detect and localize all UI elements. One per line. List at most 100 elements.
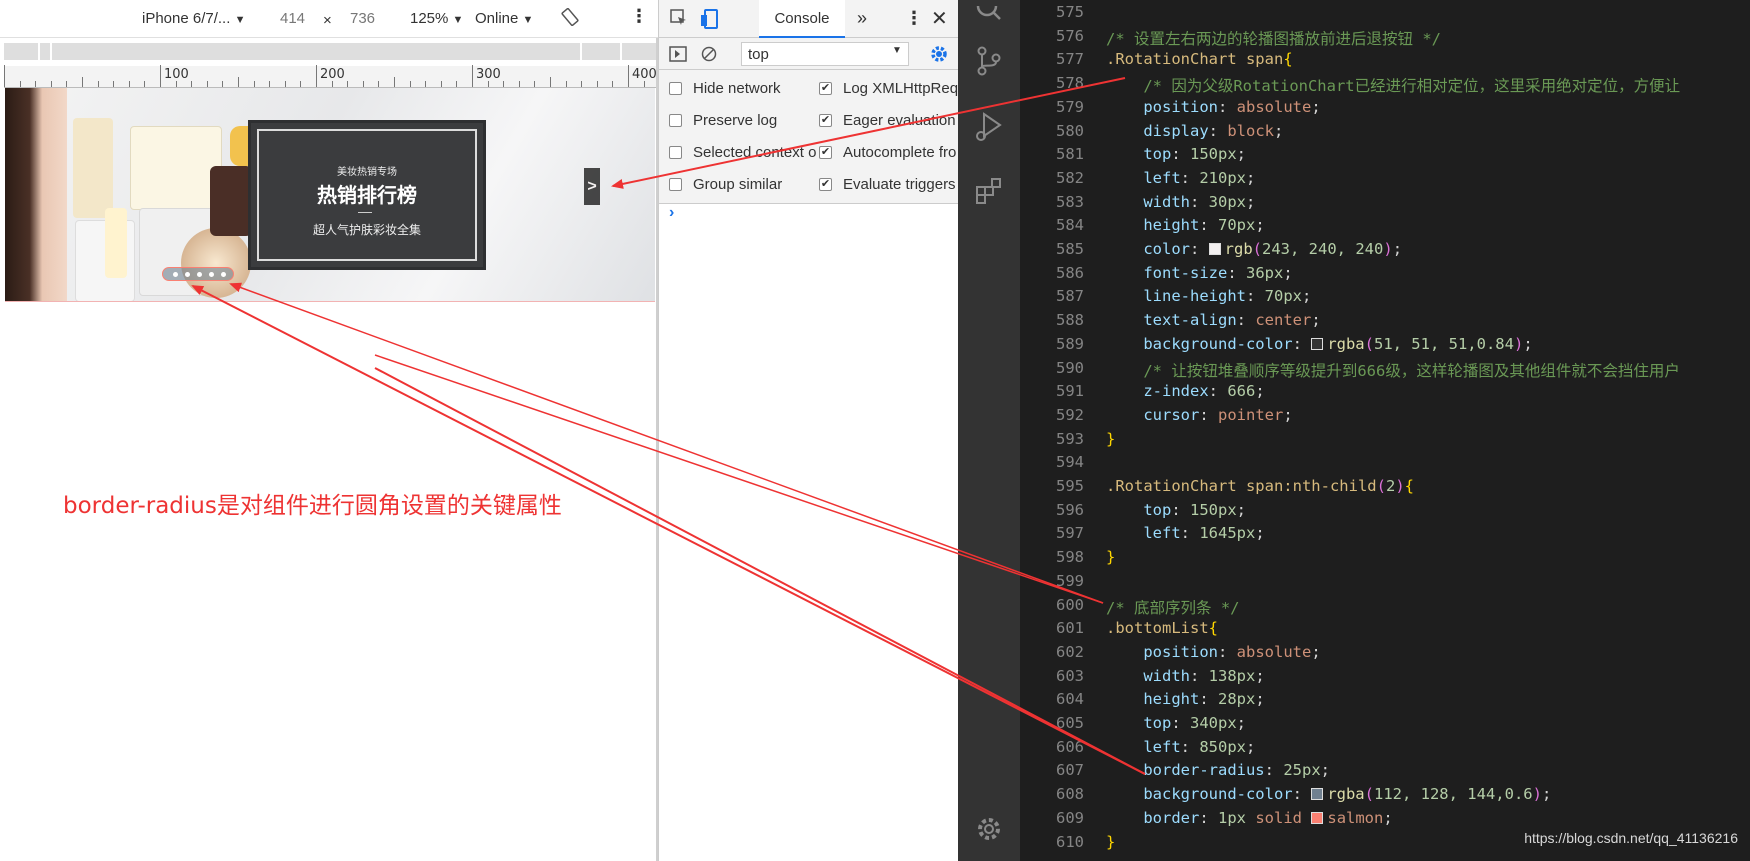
code-line[interactable]: color: rgb(243, 240, 240); bbox=[1106, 240, 1402, 258]
more-tabs-icon[interactable]: » bbox=[857, 8, 867, 29]
close-icon[interactable]: ✕ bbox=[931, 6, 948, 31]
code-line[interactable]: top: 340px; bbox=[1106, 714, 1246, 732]
code-token: left bbox=[1143, 737, 1181, 756]
media-query-bar[interactable] bbox=[4, 43, 656, 60]
code-token: left bbox=[1143, 168, 1181, 187]
code-line[interactable]: position: absolute; bbox=[1106, 98, 1320, 116]
color-swatch[interactable] bbox=[1311, 811, 1324, 824]
ruler-tick bbox=[35, 81, 37, 87]
code-token: ; bbox=[1311, 642, 1321, 661]
code-line[interactable]: border: 1px solid salmon; bbox=[1106, 808, 1393, 827]
code-line[interactable]: border-radius: 25px; bbox=[1106, 761, 1330, 779]
code-line[interactable]: display: block; bbox=[1106, 122, 1283, 140]
carousel-dot[interactable] bbox=[221, 272, 226, 277]
carousel-dot[interactable] bbox=[173, 272, 178, 277]
code-line[interactable]: .bottomList{ bbox=[1106, 619, 1218, 637]
carousel-dot[interactable] bbox=[185, 272, 190, 277]
code-line[interactable]: font-size: 36px; bbox=[1106, 263, 1292, 282]
code-token: ; bbox=[1274, 121, 1284, 140]
checkbox[interactable] bbox=[669, 82, 682, 95]
checkbox[interactable] bbox=[669, 146, 682, 159]
ruler-tick bbox=[550, 77, 551, 87]
console-option-label: Evaluate triggers u bbox=[843, 176, 959, 193]
code-line[interactable]: height: 70px; bbox=[1106, 216, 1264, 234]
checkbox[interactable] bbox=[669, 178, 682, 191]
code-line[interactable]: .RotationChart span{ bbox=[1106, 50, 1293, 68]
width-input[interactable]: 414 bbox=[280, 10, 305, 27]
console-prompt[interactable]: › bbox=[669, 204, 674, 222]
run-debug-icon[interactable] bbox=[974, 110, 1004, 150]
model-image bbox=[5, 88, 67, 301]
network-select[interactable]: Online ▼ bbox=[475, 10, 533, 27]
checkbox[interactable]: ✔ bbox=[819, 82, 832, 95]
promo-box: 美妆热销专场 热销排行榜 超人气护肤彩妆全集 bbox=[248, 120, 486, 270]
code-line[interactable]: /* 因为父级RotationChart已经进行相对定位，这里采用绝对定位，方便… bbox=[1106, 74, 1680, 96]
code-line[interactable]: .RotationChart span:nth-child(2){ bbox=[1106, 477, 1414, 495]
code-token: 36px bbox=[1246, 263, 1284, 282]
code-line[interactable]: left: 210px; bbox=[1106, 169, 1255, 187]
carousel-dot[interactable] bbox=[209, 272, 214, 277]
code-line[interactable]: width: 30px; bbox=[1106, 193, 1255, 211]
code-line[interactable]: background-color: rgba(51, 51, 51,0.84); bbox=[1106, 335, 1532, 353]
checkbox[interactable] bbox=[669, 114, 682, 127]
rotate-icon[interactable] bbox=[561, 7, 579, 30]
code-token: { bbox=[1283, 50, 1293, 69]
line-number: 584 bbox=[1056, 216, 1084, 235]
code-line[interactable]: } bbox=[1106, 430, 1115, 448]
checkbox[interactable]: ✔ bbox=[819, 114, 832, 127]
color-swatch[interactable] bbox=[1208, 243, 1221, 255]
code-line[interactable]: left: 850px; bbox=[1106, 738, 1255, 756]
carousel-next-button[interactable]: > bbox=[584, 168, 600, 205]
carousel-dot[interactable] bbox=[197, 272, 202, 277]
code-line[interactable]: /* 让按钮堆叠顺序等级提升到666级，这样轮播图及其他组件就不会挡住用户 bbox=[1106, 359, 1680, 381]
color-swatch[interactable] bbox=[1311, 337, 1324, 350]
search-icon[interactable] bbox=[974, 0, 1004, 30]
line-number: 605 bbox=[1056, 714, 1084, 732]
more-options-icon[interactable]: ⋮ bbox=[630, 6, 648, 27]
code-token: rgb bbox=[1224, 240, 1253, 258]
context-select[interactable]: top ▼ bbox=[741, 42, 909, 66]
code-line[interactable]: position: absolute; bbox=[1106, 642, 1321, 661]
clear-console-icon[interactable] bbox=[701, 46, 717, 66]
zoom-select[interactable]: 125% ▼ bbox=[410, 10, 463, 27]
gear-icon[interactable] bbox=[929, 44, 949, 68]
tab-console[interactable]: Console bbox=[759, 0, 845, 38]
ruler-tick bbox=[378, 81, 380, 87]
code-line[interactable]: /* 底部序列条 */ bbox=[1106, 596, 1240, 618]
height-input[interactable]: 736 bbox=[350, 10, 375, 27]
line-number: 579 bbox=[1056, 97, 1084, 116]
code-line[interactable]: /* 设置左右两边的轮播图播放前进后退按钮 */ bbox=[1106, 27, 1441, 49]
code-line[interactable]: } bbox=[1106, 833, 1115, 851]
code-token: ; bbox=[1383, 808, 1393, 827]
code-line[interactable]: width: 138px; bbox=[1106, 667, 1264, 685]
color-swatch[interactable] bbox=[1311, 788, 1324, 801]
checkbox[interactable]: ✔ bbox=[819, 146, 832, 159]
device-toolbar-icon[interactable] bbox=[699, 8, 721, 34]
checkbox[interactable]: ✔ bbox=[819, 178, 832, 191]
ruler-tick bbox=[316, 65, 317, 87]
code-token: : bbox=[1180, 737, 1200, 756]
code-line[interactable]: } bbox=[1106, 548, 1115, 566]
code-line[interactable]: left: 1645px; bbox=[1106, 524, 1264, 542]
ruler-tick bbox=[425, 81, 427, 87]
line-number: 578 bbox=[1056, 74, 1084, 93]
code-line[interactable]: line-height: 70px; bbox=[1106, 287, 1311, 305]
promo-divider bbox=[358, 212, 372, 213]
code-editor[interactable]: 575 576 /* 设置左右两边的轮播图播放前进后退按钮 */ 577 .Rotati… bbox=[1020, 0, 1750, 861]
manage-gear-icon[interactable] bbox=[974, 814, 1004, 850]
device-select[interactable]: iPhone 6/7/... ▼ bbox=[142, 10, 245, 27]
code-line[interactable]: top: 150px; bbox=[1106, 501, 1246, 519]
code-line[interactable]: text-align: center; bbox=[1106, 311, 1320, 329]
inspect-element-icon[interactable] bbox=[669, 8, 689, 32]
code-line[interactable]: z-index: 666; bbox=[1106, 382, 1264, 400]
devtools-menu-icon[interactable]: ⋮ bbox=[905, 8, 923, 29]
sidebar-toggle-icon[interactable] bbox=[669, 46, 687, 66]
extensions-icon[interactable] bbox=[974, 176, 1004, 212]
source-control-icon[interactable] bbox=[974, 46, 1004, 82]
code-line[interactable]: background-color: rgba(112, 128, 144,0.6… bbox=[1106, 785, 1551, 803]
code-line[interactable]: cursor: pointer; bbox=[1106, 406, 1292, 424]
code-line[interactable]: top: 150px; bbox=[1106, 145, 1246, 163]
code-line[interactable]: height: 28px; bbox=[1106, 690, 1264, 708]
line-number: 609 bbox=[1056, 808, 1084, 827]
